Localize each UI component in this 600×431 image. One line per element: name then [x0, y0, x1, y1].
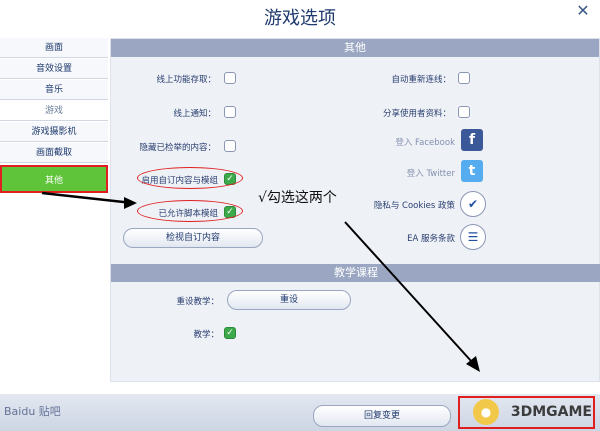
arrow-head-left: [124, 197, 137, 209]
annotation-text: √勾选这两个: [258, 190, 337, 206]
arrow-line-right: [344, 221, 473, 363]
annotation-arrows: [41, 191, 480, 372]
mascot-icon: ●: [473, 399, 499, 425]
restore-changes-button[interactable]: 回复变更: [313, 405, 451, 427]
arrow-line-left: [41, 191, 134, 205]
baidu-watermark: Baidu 贴吧: [4, 405, 61, 418]
3dm-watermark: 3DMGAME: [510, 404, 592, 420]
